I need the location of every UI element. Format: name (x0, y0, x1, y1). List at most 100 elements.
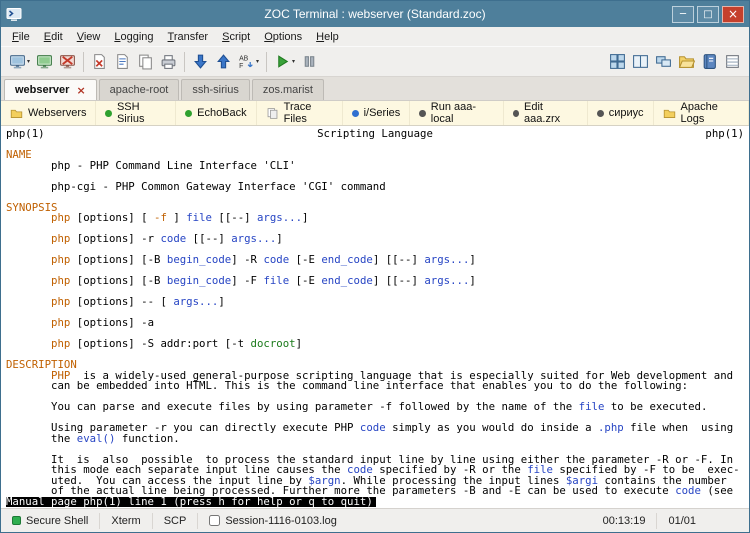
app-icon (6, 6, 22, 22)
tab-bar: webserver× apache-root ssh-sirius zos.maris… (1, 77, 749, 101)
page-capture-icon (114, 53, 131, 70)
window-controls: ─ □ × (672, 6, 744, 23)
address-book-button[interactable] (698, 49, 721, 75)
dot-green-icon (105, 110, 111, 117)
terminal-line: php [options] -S addr:port [-t docroot] (6, 339, 744, 350)
menu-options[interactable]: Options (257, 29, 309, 45)
abc-transfer-icon: ABF (238, 53, 255, 70)
tab-webserver[interactable]: webserver× (4, 79, 97, 100)
terminal-line: php - PHP Command Line Interface 'CLI' (6, 161, 744, 172)
terminal-line: php [options] -- [ args...] (6, 297, 744, 308)
pager-status-line: Manual page php(1) line 1 (press h for h… (6, 497, 744, 508)
terminal-line: You can parse and execute files by using… (6, 402, 744, 413)
disconnect-button[interactable] (56, 49, 79, 75)
emulation-status[interactable]: Xterm (100, 513, 152, 529)
connection-status[interactable]: Secure Shell (1, 513, 100, 529)
session-profile-button[interactable] (721, 49, 744, 75)
clipboard-button[interactable] (134, 49, 157, 75)
menu-script[interactable]: Script (215, 29, 257, 45)
pause-script-icon (301, 53, 318, 70)
menu-logging[interactable]: Logging (107, 29, 160, 45)
terminal-line: the eval() function. (6, 434, 744, 445)
text-transfer-button[interactable]: ABF▾ (235, 49, 262, 75)
terminal-line (6, 350, 744, 361)
bookmark-label: Apache Logs (681, 101, 739, 125)
minimize-button[interactable]: ─ (672, 6, 694, 23)
dot-dark-icon (597, 110, 604, 117)
bookmark-webservers[interactable]: Webservers (1, 101, 96, 125)
menu-view[interactable]: View (70, 29, 108, 45)
bookmark-i-series[interactable]: i/Series (343, 101, 411, 125)
monitor-connect-icon (9, 53, 26, 70)
tab-label: ssh-sirius (192, 84, 238, 96)
bookmark-label: Webservers (28, 107, 86, 119)
printer-icon (160, 53, 177, 70)
bookmark-ssh-sirius[interactable]: SSH Sirius (96, 101, 176, 125)
folder-yellow-icon (663, 107, 676, 120)
bookmark-bar: Webservers SSH SiriusEchoBackTrace Files i… (1, 101, 749, 126)
window-split-icon (632, 53, 649, 70)
tab-apache-root[interactable]: apache-root (99, 79, 180, 100)
send-file-button[interactable] (212, 49, 235, 75)
play-script-icon (274, 53, 291, 70)
terminal-screen[interactable]: php(1) Scripting Language php(1) NAME ph… (1, 126, 749, 508)
close-button[interactable]: × (722, 6, 744, 23)
protocol-status[interactable]: SCP (153, 513, 199, 529)
tab-zos-marist[interactable]: zos.marist (252, 79, 324, 100)
terminal-line: php [options] [-B begin_code] -F file [-… (6, 276, 744, 287)
title-bar[interactable]: ZOC Terminal : webserver (Standard.zoc) … (1, 1, 749, 27)
terminal-line: php [options] [-B begin_code] -R code [-… (6, 255, 744, 266)
bookmark-сириус[interactable]: сириус (588, 101, 654, 125)
dot-blue-icon (352, 110, 359, 117)
tab-label: zos.marist (263, 84, 313, 96)
tile-windows-button[interactable] (606, 49, 629, 75)
menu-help[interactable]: Help (309, 29, 346, 45)
tab-close-icon[interactable]: × (76, 84, 85, 97)
receive-file-button[interactable] (189, 49, 212, 75)
bookmark-trace-files[interactable]: Trace Files (257, 101, 343, 125)
toolbar-separator (184, 52, 185, 72)
bookmark-label: i/Series (364, 107, 401, 119)
bookmark-label: Run aaa-local (431, 101, 494, 125)
fullscreen-button[interactable] (629, 49, 652, 75)
zoc-terminal-window: ZOC Terminal : webserver (Standard.zoc) … (0, 0, 750, 533)
toolbar-separator (266, 52, 267, 72)
close-session-button[interactable] (88, 49, 111, 75)
bookmark-label: сириус (609, 107, 644, 119)
break-script-button[interactable] (298, 49, 321, 75)
tab-ssh-sirius[interactable]: ssh-sirius (181, 79, 249, 100)
emulation-label: Xterm (111, 515, 140, 527)
tab-label: apache-root (110, 84, 169, 96)
bookmark-apache-logs[interactable]: Apache Logs (654, 101, 749, 125)
connect-button[interactable]: ▾ (6, 49, 33, 75)
manpage-header-line: php(1) Scripting Language php(1) (6, 129, 744, 140)
pages-gray-icon (266, 107, 279, 120)
toolbar-separator (83, 52, 84, 72)
terminal-line: php [options] -a (6, 318, 744, 329)
quick-connect-button[interactable] (33, 49, 56, 75)
remote-monitor-button[interactable] (652, 49, 675, 75)
bookmark-echoback[interactable]: EchoBack (176, 101, 257, 125)
terminal-line (6, 192, 744, 203)
window-title: ZOC Terminal : webserver (Standard.zoc) (1, 7, 749, 21)
terminal-line: can be embedded into HTML. This is the c… (6, 381, 744, 392)
session-log-status: Session-1116-0103.log (198, 513, 348, 529)
menu-edit[interactable]: Edit (37, 29, 70, 45)
menu-file[interactable]: File (5, 29, 37, 45)
monitor-disconnect-icon (59, 53, 76, 70)
dot-green-icon (185, 110, 192, 117)
session-log-checkbox[interactable] (209, 515, 220, 526)
run-script-button[interactable]: ▾ (271, 49, 298, 75)
capture-button[interactable] (111, 49, 134, 75)
page-close-icon (91, 53, 108, 70)
status-bar: Secure Shell Xterm SCP Session-1116-0103… (1, 508, 749, 532)
maximize-button[interactable]: □ (697, 6, 719, 23)
toolbar: ▾ ABF▾ ▾ (1, 46, 749, 77)
local-files-button[interactable] (675, 49, 698, 75)
menu-transfer[interactable]: Transfer (161, 29, 216, 45)
bookmark-edit-aaa-zrx[interactable]: Edit aaa.zrx (504, 101, 588, 125)
bookmark-run-aaa-local[interactable]: Run aaa-local (410, 101, 503, 125)
terminal-line: php-cgi - PHP Common Gateway Interface '… (6, 182, 744, 193)
window-tiles-icon (609, 53, 626, 70)
print-button[interactable] (157, 49, 180, 75)
